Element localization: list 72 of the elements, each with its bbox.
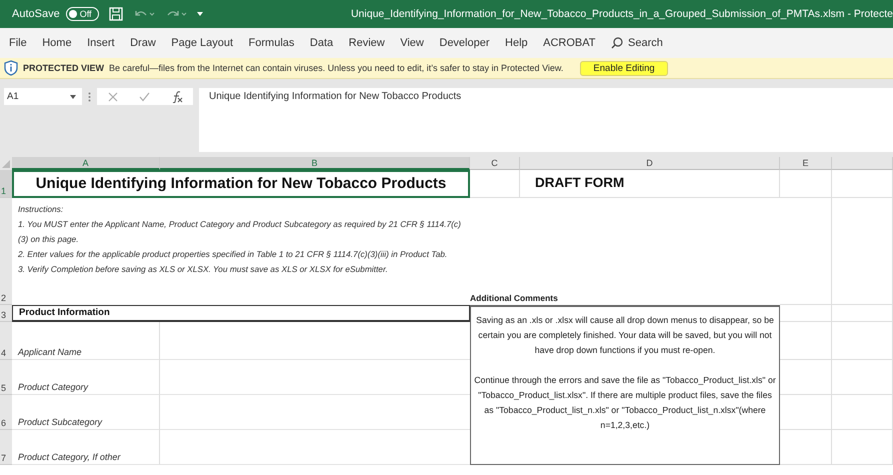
empty-cell[interactable] bbox=[470, 170, 520, 198]
corner-triangle-icon bbox=[2, 160, 10, 168]
select-all-corner[interactable] bbox=[0, 157, 12, 170]
menu-tab[interactable]: Formulas bbox=[248, 37, 294, 49]
column-header[interactable]: C bbox=[470, 157, 520, 170]
customize-caret-icon[interactable] bbox=[196, 11, 203, 17]
menu-tab[interactable]: File bbox=[9, 37, 27, 49]
column-header[interactable]: A bbox=[12, 157, 160, 170]
field-label: Product Subcategory bbox=[12, 395, 160, 430]
field-label: Product Category, If other bbox=[12, 430, 160, 465]
dropdown-caret-icon bbox=[70, 94, 76, 98]
protected-view-label: PROTECTED VIEW bbox=[23, 63, 104, 73]
row-header[interactable]: 7 bbox=[0, 430, 12, 465]
search-field[interactable]: Search bbox=[611, 37, 663, 49]
insert-function-button[interactable] bbox=[170, 90, 182, 102]
menu-tab[interactable]: Review bbox=[348, 37, 385, 49]
menu-tab[interactable]: Home bbox=[42, 37, 72, 49]
instructions-text: Instructions: 1. You MUST enter the Applicant Name, Product Category and Product Subcategory as required by 21 CFR § 1114.7(c)(3) on this page. 2. Enter values for the applicable product properties specified in Table 1 to 21 CFR § 1114.7(c)(3)(iii) in Product Tab. 3. Verify Completion before saving as XLS or XLSX. You must save as XLS or XLSX for eSubmitter. bbox=[17, 203, 462, 276]
empty-cell[interactable] bbox=[832, 305, 893, 322]
empty-cell[interactable] bbox=[780, 305, 832, 322]
cancel-icon[interactable] bbox=[108, 92, 118, 102]
field-label: Product Category bbox=[12, 360, 160, 395]
column-header[interactable] bbox=[832, 157, 893, 170]
comment-text: Continue through the errors and save the file as "Tobacco_Product_list.xls" or "Tobacco_Product_list.xlsx". If there are multiple product files, save the files as "Tobacco_Product_list_n.xls" or "Tobacco_Product_list_n.xlsx"(where n=1,2,3,etc.) bbox=[473, 374, 777, 432]
row-header[interactable]: 2 bbox=[0, 198, 12, 305]
draft-label: DRAFT FORM bbox=[520, 170, 780, 198]
menu-tab[interactable]: View bbox=[400, 37, 424, 49]
function-icon bbox=[170, 90, 182, 102]
enable-editing-button[interactable]: Enable Editing bbox=[580, 60, 668, 76]
search-icon bbox=[611, 37, 623, 49]
empty-cell[interactable] bbox=[832, 395, 893, 430]
row-header[interactable]: 6 bbox=[0, 395, 12, 430]
empty-cell[interactable] bbox=[780, 430, 832, 465]
window-title: Unique_Identifying_Information_for_New_Tobacco_Products_in_a_Grouped_Submission_of_PMTAs.xlsm - Protecte bbox=[350, 8, 893, 20]
column-header[interactable]: B bbox=[160, 157, 470, 170]
empty-cell[interactable] bbox=[832, 170, 893, 198]
empty-cell[interactable] bbox=[832, 198, 893, 305]
empty-cell[interactable] bbox=[832, 322, 893, 360]
save-icon[interactable] bbox=[108, 7, 123, 21]
field-label: Applicant Name bbox=[12, 322, 160, 360]
comments-heading: Additional Comments bbox=[470, 293, 559, 305]
autosave-toggle[interactable]: Off bbox=[66, 7, 99, 21]
menu-tab[interactable]: Help bbox=[505, 37, 528, 49]
empty-cell[interactable] bbox=[780, 170, 832, 198]
grip-icon bbox=[88, 92, 91, 102]
menu-tab[interactable]: Data bbox=[310, 37, 334, 49]
row-header[interactable]: 3 bbox=[0, 305, 12, 322]
menu-tab[interactable]: Draw bbox=[130, 37, 156, 49]
enter-check-icon[interactable] bbox=[138, 92, 150, 102]
menu-tab[interactable]: Developer bbox=[439, 37, 490, 49]
empty-cell[interactable] bbox=[780, 360, 832, 395]
comment-text: Saving as an .xls or .xlsx will cause all drop down menus to disappear, so be certain you are completely finished. Your data will be saved, but you will not have drop down functions if you must re-open. bbox=[475, 314, 775, 357]
column-header[interactable]: D bbox=[520, 157, 780, 170]
menu-tab[interactable]: ACROBAT bbox=[543, 37, 596, 49]
empty-cell[interactable] bbox=[780, 395, 832, 430]
name-box[interactable]: A1 bbox=[4, 88, 82, 105]
section-header: Product Information bbox=[12, 305, 470, 322]
row-header[interactable]: 4 bbox=[0, 322, 12, 360]
column-header[interactable]: E bbox=[780, 157, 832, 170]
empty-cell[interactable] bbox=[780, 198, 832, 305]
menu-tab[interactable]: Insert bbox=[87, 37, 115, 49]
empty-cell[interactable] bbox=[780, 322, 832, 360]
empty-cell[interactable] bbox=[832, 430, 893, 465]
row-header[interactable]: 5 bbox=[0, 360, 12, 395]
row-header[interactable]: 1 bbox=[0, 170, 12, 198]
formula-input[interactable]: Unique Identifying Information for New Tobacco Products bbox=[199, 88, 893, 152]
menu-tab[interactable]: Page Layout bbox=[171, 37, 234, 49]
shield-info-icon bbox=[4, 60, 18, 76]
sheet-title: Unique Identifying Information for New Tobacco Products bbox=[12, 170, 470, 198]
autosave-label: AutoSave bbox=[12, 8, 60, 20]
empty-cell[interactable] bbox=[832, 360, 893, 395]
protected-view-message: Be careful—files from the Internet can contain viruses. Unless you need to edit, it’s safer to stay in Protected View. bbox=[109, 63, 564, 73]
